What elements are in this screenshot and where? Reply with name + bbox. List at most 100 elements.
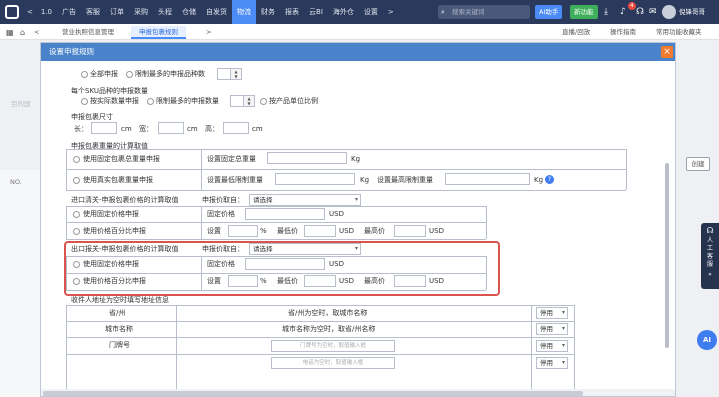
nav-version: 1.0	[40, 8, 53, 16]
fixed-weight-input[interactable]	[267, 152, 347, 164]
recipient-fill-input[interactable]: 电话为空时，取值输入框	[271, 357, 395, 369]
guide-link[interactable]: 操作指南	[610, 26, 636, 39]
help-icon[interactable]: ?	[545, 175, 554, 184]
import-max-price-label: 最高价	[364, 227, 385, 235]
vertical-scrollbar[interactable]	[665, 163, 669, 348]
min-weight-input[interactable]	[275, 173, 355, 185]
human-service-button[interactable]: ☊ 人工客服 »	[701, 223, 719, 289]
import-source-label: 申报价取自：	[202, 196, 244, 204]
radio-import-percent[interactable]	[73, 228, 80, 235]
length-unit: cm	[121, 125, 132, 133]
limit-kinds-stepper[interactable]: ▲ ▼	[230, 68, 242, 80]
limit-kinds-input[interactable]	[217, 68, 231, 80]
divider	[66, 149, 67, 190]
min-weight-label: 设置最低限制重量	[207, 176, 263, 184]
divider	[626, 149, 627, 190]
import-min-price-input[interactable]	[304, 225, 336, 237]
radio-declare-all[interactable]	[81, 71, 88, 78]
bell-icon[interactable]: ♪	[620, 5, 626, 19]
radio-limit-kinds[interactable]	[126, 71, 133, 78]
nav-item-cloudbi[interactable]: 云BI	[304, 0, 328, 24]
tab-scroll-right-icon[interactable]: >	[206, 26, 211, 39]
recipient-title: 收件人地址为空时填写地址信息	[71, 296, 169, 304]
headset-icon[interactable]: ☊	[636, 5, 644, 19]
radio-fixed-weight[interactable]	[73, 156, 80, 163]
nav-item-purchase[interactable]: 采购	[129, 0, 153, 24]
fixed-weight-label: 使用固定包裹总重量申报	[83, 155, 160, 163]
nav-item-firstleg[interactable]: 头程	[153, 0, 177, 24]
recipient-row-label: 城市名称	[105, 325, 133, 333]
horizontal-scrollbar[interactable]	[41, 389, 675, 396]
chevron-down-icon: ▾	[354, 196, 358, 203]
limit-qty-input[interactable]	[230, 95, 244, 107]
recipient-status-select[interactable]: 停用 ▾	[536, 340, 568, 352]
favorites-link[interactable]: 常用功能收藏夹	[656, 26, 702, 39]
import-max-price-input[interactable]	[394, 225, 426, 237]
recipient-status-value: 停用	[540, 359, 553, 367]
nav-item-overseas[interactable]: 海外仓	[328, 0, 359, 24]
height-unit: cm	[252, 125, 263, 133]
recipient-status-select[interactable]: 停用 ▾	[536, 307, 568, 319]
import-percent-field: 设置	[207, 227, 221, 235]
home-icon[interactable]: ⌂	[20, 26, 25, 39]
max-weight-input[interactable]	[445, 173, 530, 185]
height-input[interactable]	[223, 122, 249, 134]
nav-item-warehouse[interactable]: 仓储	[177, 0, 201, 24]
grid-icon[interactable]: ▦	[6, 26, 14, 39]
nav-item-selfship[interactable]: 自发货	[201, 0, 232, 24]
username[interactable]: 倪锋哥哥	[679, 5, 705, 19]
radio-actual-qty[interactable]	[81, 98, 88, 105]
width-input[interactable]	[158, 122, 184, 134]
scroll-thumb[interactable]	[43, 391, 583, 396]
limit-kinds-label: 限制最多的申报品种数	[135, 70, 205, 78]
nav-item-service[interactable]: 客服	[81, 0, 105, 24]
recipient-status-select[interactable]: 停用 ▾	[536, 357, 568, 369]
recipient-row-desc: 省/州为空时，取城市名称	[288, 309, 368, 317]
recipient-status-select[interactable]: 停用 ▾	[536, 323, 568, 335]
recipient-fill-input[interactable]: 门牌号为空时，取值输入框	[271, 340, 395, 352]
divider	[531, 305, 532, 389]
import-percent-input[interactable]	[228, 225, 258, 237]
tab-scroll-left-icon[interactable]: <	[34, 26, 39, 39]
divider	[66, 222, 486, 223]
limit-qty-stepper[interactable]: ▲ ▼	[243, 95, 255, 107]
import-source-select[interactable]: 请选择 ▾	[249, 194, 361, 206]
expand-icon: »	[708, 271, 712, 278]
nav-item-logistics[interactable]: 物流	[232, 0, 257, 24]
radio-import-fixed-price[interactable]	[73, 211, 80, 218]
divider	[66, 305, 574, 306]
avatar[interactable]	[662, 5, 676, 19]
new-feature-button[interactable]: 新功能	[570, 5, 598, 19]
import-fixed-price-input[interactable]	[245, 208, 325, 220]
ai-float-button[interactable]: AI	[697, 330, 717, 350]
nav-item-settings[interactable]: 设置	[359, 0, 383, 24]
nav-back[interactable]: <	[24, 0, 36, 24]
divider	[66, 169, 626, 170]
download-icon[interactable]: ⤓	[604, 5, 608, 19]
nav-item-reports[interactable]: 报表	[280, 0, 304, 24]
ai-assistant-button[interactable]: AI助手	[535, 5, 563, 19]
nav-item-orders[interactable]: 订单	[105, 0, 129, 24]
nav-more-arrow[interactable]: >	[383, 0, 399, 24]
fixed-weight-unit: Kg	[351, 155, 361, 163]
divider	[66, 190, 626, 191]
radio-real-weight[interactable]	[73, 177, 80, 184]
tab-declare-rules[interactable]: 申报包裹规则	[131, 26, 186, 39]
nav-item-ads[interactable]: 广告	[57, 0, 81, 24]
import-fixed-price-unit: USD	[329, 210, 344, 218]
divider	[66, 206, 67, 239]
radio-unit-ratio[interactable]	[260, 98, 267, 105]
search-input[interactable]: 搜索关键词	[438, 5, 530, 19]
radio-limit-qty[interactable]	[147, 98, 154, 105]
close-button[interactable]: ×	[661, 46, 673, 58]
length-input[interactable]	[91, 122, 117, 134]
divider	[66, 337, 574, 338]
divider	[66, 305, 67, 389]
recipient-row-desc: 城市名称为空时，取省/州名称	[282, 325, 376, 333]
app-logo[interactable]	[0, 0, 24, 24]
live-replay-link[interactable]: 直播/回放	[562, 26, 590, 39]
nav-item-finance[interactable]: 财务	[256, 0, 280, 24]
create-button[interactable]: 创建	[686, 157, 710, 171]
message-icon[interactable]: ✉	[649, 5, 657, 19]
tab-business-license[interactable]: 营业执照信息管理	[54, 26, 122, 39]
